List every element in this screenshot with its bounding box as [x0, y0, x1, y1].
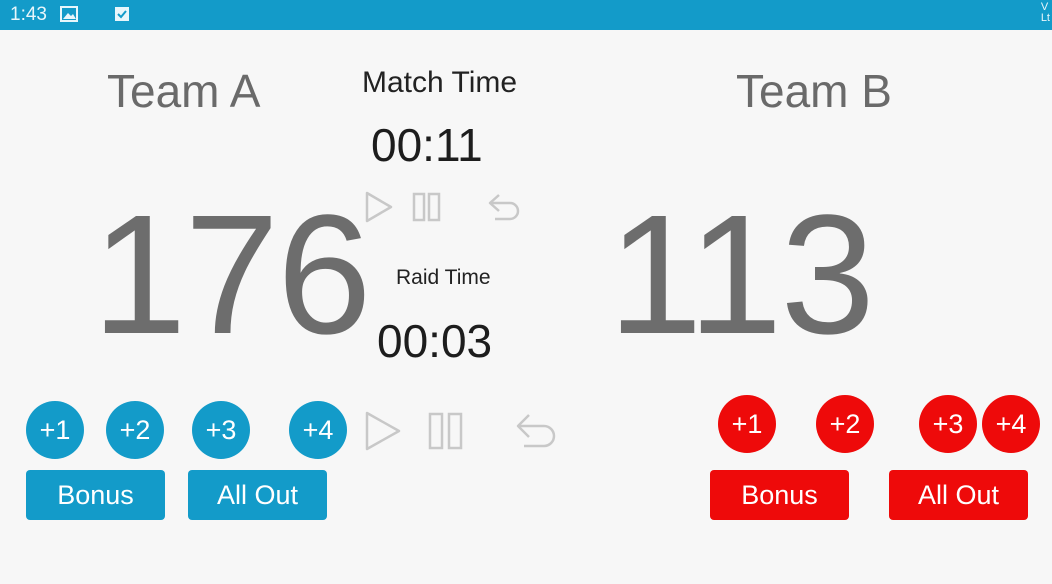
team-a-score[interactable]: 176 — [92, 190, 372, 360]
team-b-plus3-button[interactable]: +3 — [919, 395, 977, 453]
raid-pause-icon[interactable] — [428, 412, 464, 450]
match-pause-icon[interactable] — [412, 192, 442, 222]
raid-time-value: 00:03 — [377, 315, 493, 367]
team-a-plus4-button[interactable]: +4 — [289, 401, 347, 459]
image-icon — [60, 6, 78, 22]
team-a-all-out-button[interactable]: All Out — [188, 470, 327, 520]
check-box-icon — [114, 6, 132, 22]
team-a-plus1-button[interactable]: +1 — [26, 401, 84, 459]
team-a-plus2-button[interactable]: +2 — [106, 401, 164, 459]
match-time-title: Match Time — [362, 66, 518, 99]
raid-time-title: Raid Time — [396, 266, 491, 289]
team-a-name: Team A — [107, 65, 261, 117]
team-a-plus3-button[interactable]: +3 — [192, 401, 250, 459]
match-play-icon[interactable] — [364, 190, 394, 224]
raid-undo-icon[interactable] — [514, 410, 560, 452]
team-b-plus4-button[interactable]: +4 — [982, 395, 1040, 453]
match-time-value: 00:11 — [371, 119, 483, 171]
match-undo-icon[interactable] — [487, 190, 523, 224]
team-b-plus1-button[interactable]: +1 — [718, 395, 776, 453]
team-b-all-out-button[interactable]: All Out — [889, 470, 1028, 520]
status-bar: 1:43 V Lt — [0, 0, 1052, 30]
team-b-score[interactable]: 113 — [608, 190, 875, 360]
team-b-plus2-button[interactable]: +2 — [816, 395, 874, 453]
team-b-name: Team B — [736, 65, 892, 117]
status-edge-text: V Lt — [1040, 1, 1050, 24]
team-b-bonus-button[interactable]: Bonus — [710, 470, 849, 520]
raid-play-icon[interactable] — [364, 410, 402, 452]
team-a-bonus-button[interactable]: Bonus — [26, 470, 165, 520]
status-time: 1:43 — [10, 4, 47, 25]
